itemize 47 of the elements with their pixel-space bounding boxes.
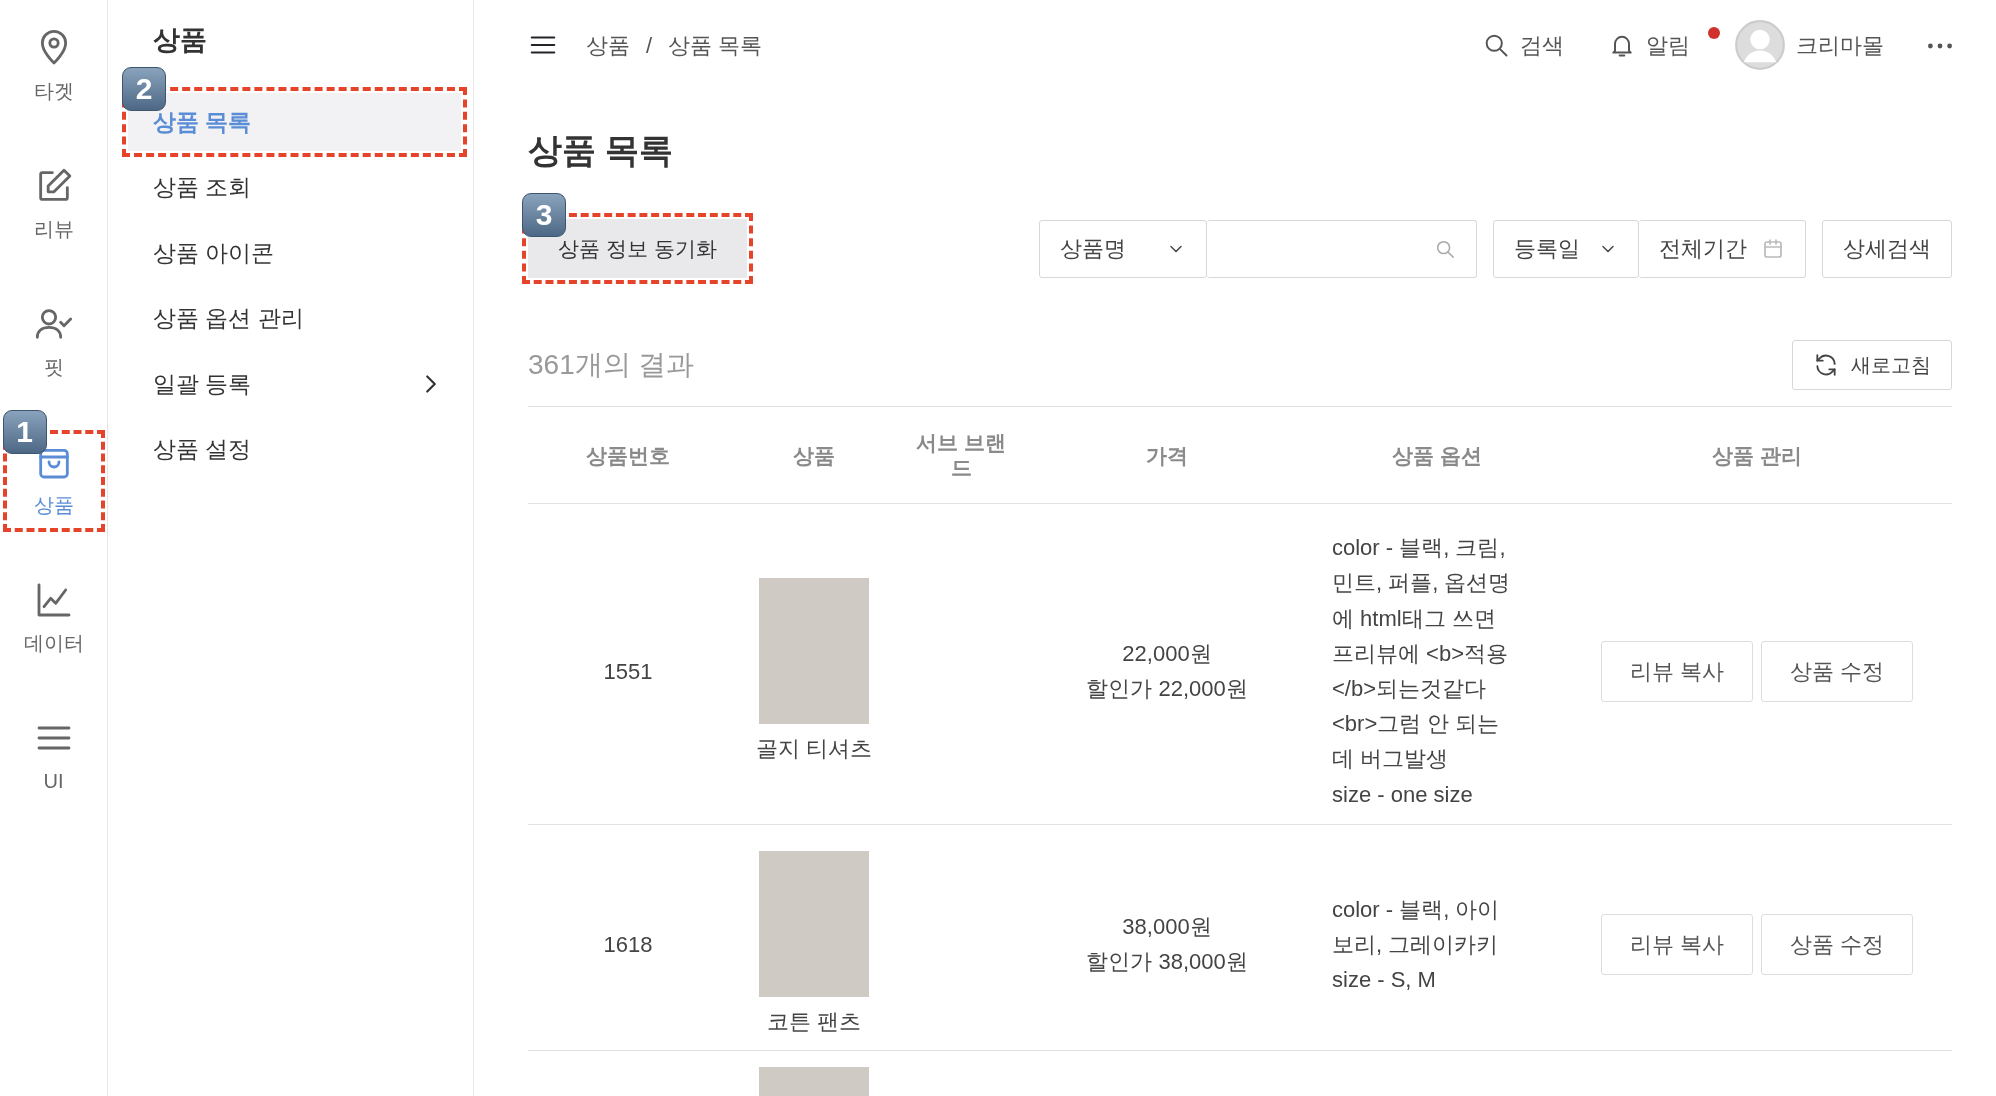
column-header: 서브 브랜드 — [915, 430, 1007, 482]
product-number: 1551 — [602, 657, 654, 686]
price: 38,000원 — [1122, 913, 1212, 942]
action-button[interactable]: 상품 수정 — [1761, 913, 1914, 975]
date-range-field[interactable]: 전체기간 — [1639, 219, 1806, 278]
rail-item[interactable]: UI — [8, 712, 99, 802]
refresh-button[interactable]: 새로고침 — [1792, 340, 1952, 391]
breadcrumb-item[interactable]: 상품 — [586, 28, 630, 62]
result-count: 361개의 결과 — [528, 348, 695, 383]
rail-item[interactable]: 핏 — [8, 298, 99, 388]
action-button[interactable]: 리뷰 복사 — [1600, 913, 1753, 975]
callout-badge: 1 — [2, 410, 47, 454]
action-button[interactable]: 리뷰 복사 — [1600, 640, 1753, 702]
search-type-select[interactable]: 상품명 — [1039, 219, 1207, 278]
rail-item[interactable]: 리뷰 — [8, 160, 99, 250]
rail-item[interactable]: 타겟 — [8, 22, 99, 112]
search-link[interactable]: 검색 — [1482, 28, 1564, 62]
action-button[interactable]: 상품 수정 — [1761, 640, 1914, 702]
user-menu[interactable]: 크리마몰 — [1734, 19, 1884, 71]
option-text: size - one size — [1332, 780, 1474, 809]
column-header: 상품 관리 — [1711, 442, 1803, 469]
product-name[interactable]: 골지 티셔츠 — [755, 731, 873, 765]
page-title: 상품 목록 — [528, 130, 675, 171]
sidebar-title: 상품 — [153, 24, 208, 57]
detail-search-button[interactable]: 상세검색 — [1822, 219, 1952, 278]
sidebar-item[interactable]: 일괄 등록 — [128, 354, 461, 413]
sidebar-item[interactable]: 상품 조회 — [128, 158, 461, 217]
product-number: 1618 — [602, 930, 654, 959]
price: 22,000원 — [1122, 639, 1212, 668]
sidebar-item[interactable]: 상품 설정 — [128, 420, 461, 479]
rail-item[interactable]: 데이터 — [8, 574, 99, 664]
column-header: 상품 — [792, 442, 836, 469]
date-type-select[interactable]: 등록일 — [1493, 219, 1639, 278]
callout-badge: 3 — [522, 192, 566, 237]
alerts-link[interactable]: 알림 — [1608, 28, 1690, 62]
discount-price: 할인가 22,000원 — [1086, 675, 1248, 704]
callout-badge: 2 — [122, 66, 166, 111]
sidebar-item[interactable]: 상품 옵션 관리 — [128, 289, 461, 348]
sidebar-item[interactable]: 상품 아이콘 — [128, 223, 461, 282]
breadcrumb-separator: / — [646, 31, 653, 60]
product-name[interactable]: 코튼 팬츠 — [766, 1004, 862, 1038]
column-header: 상품번호 — [585, 442, 671, 469]
discount-price: 할인가 38,000원 — [1086, 948, 1248, 977]
column-header: 상품 옵션 — [1391, 442, 1483, 469]
breadcrumb-item: 상품 목록 — [668, 31, 763, 60]
column-header: 가격 — [1145, 442, 1189, 469]
option-text: size - S, M — [1332, 965, 1437, 994]
